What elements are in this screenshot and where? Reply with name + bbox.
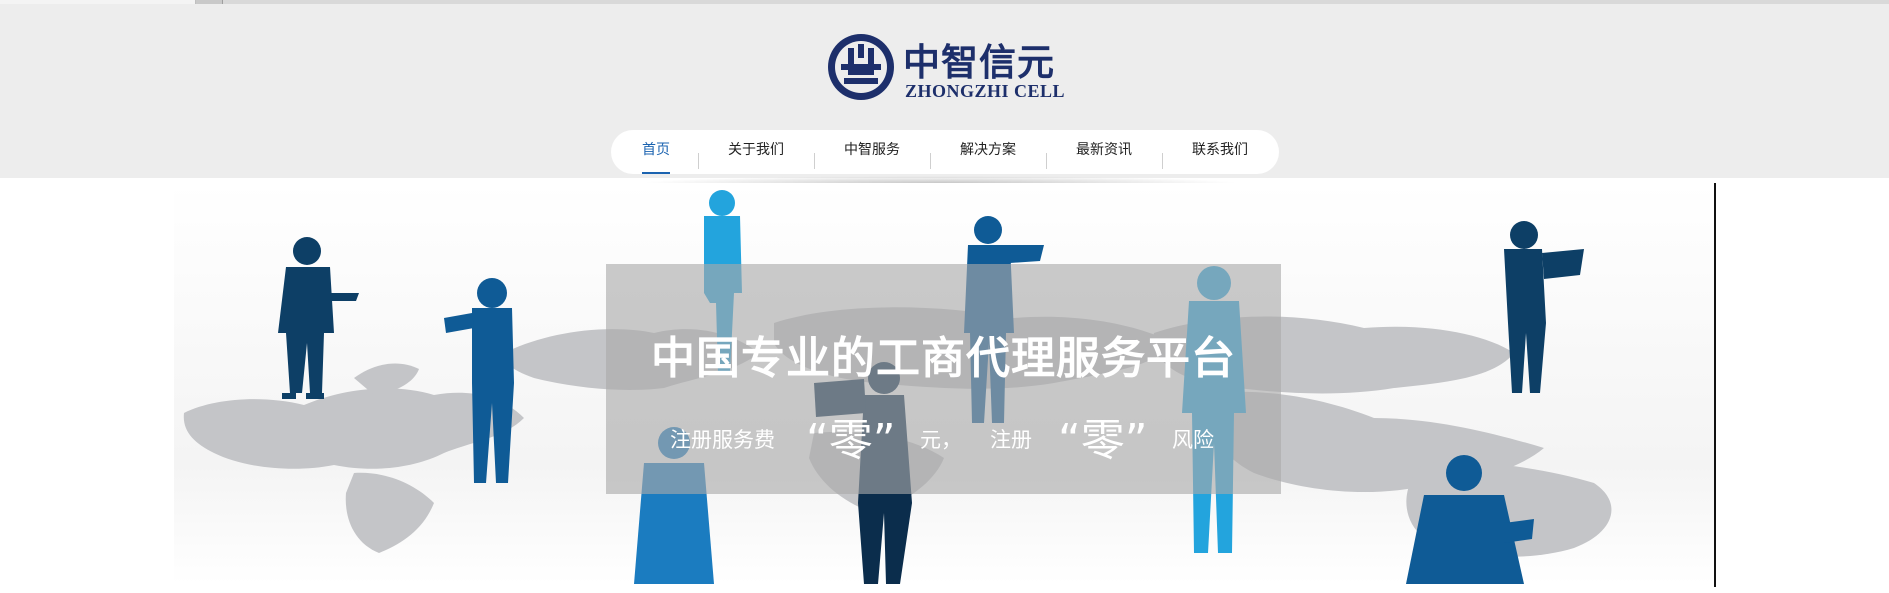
brand-name-en: ZHONGZHI CELL — [905, 81, 1066, 101]
nav-item-services[interactable]: 中智服务 — [827, 130, 917, 174]
nav-item-news[interactable]: 最新资讯 — [1059, 130, 1149, 174]
subline-text-fee: 注册服务费 — [670, 428, 775, 452]
brand-name-cn: 中智信元 — [903, 40, 1055, 84]
nav-separator — [930, 153, 931, 169]
nav-separator — [698, 153, 699, 169]
subline-zero-quote: “零” — [806, 415, 896, 466]
nav-separator — [814, 153, 815, 169]
main-nav: 首页 关于我们 中智服务 解决方案 最新资讯 联系我们 — [611, 130, 1279, 174]
nav-separator — [1162, 153, 1163, 169]
nav-item-contact[interactable]: 联系我们 — [1175, 130, 1265, 174]
hero-subline: 注册服务费 “零” 元， 注册 “零” 风险 — [606, 410, 1281, 466]
page-right-border — [1714, 183, 1716, 587]
nav-item-solutions[interactable]: 解决方案 — [943, 130, 1033, 174]
hero-overlay: 中国专业的工商代理服务平台 注册服务费 “零” 元， 注册 “零” 风险 — [606, 264, 1281, 494]
brand-logo[interactable]: 中智信元 ZHONGZHI CELL — [826, 30, 1066, 106]
subline-zero-quote: “零” — [1058, 415, 1148, 466]
logo-mark-icon — [828, 34, 894, 100]
hero-headline: 中国专业的工商代理服务平台 — [651, 333, 1236, 384]
subline-text-risk: 风险 — [1172, 428, 1214, 452]
nav-item-home[interactable]: 首页 — [626, 130, 686, 174]
nav-item-about[interactable]: 关于我们 — [711, 130, 801, 174]
nav-separator — [1046, 153, 1047, 169]
subline-text-register: 注册 — [990, 428, 1032, 452]
subline-text-yuan: 元， — [920, 428, 962, 452]
